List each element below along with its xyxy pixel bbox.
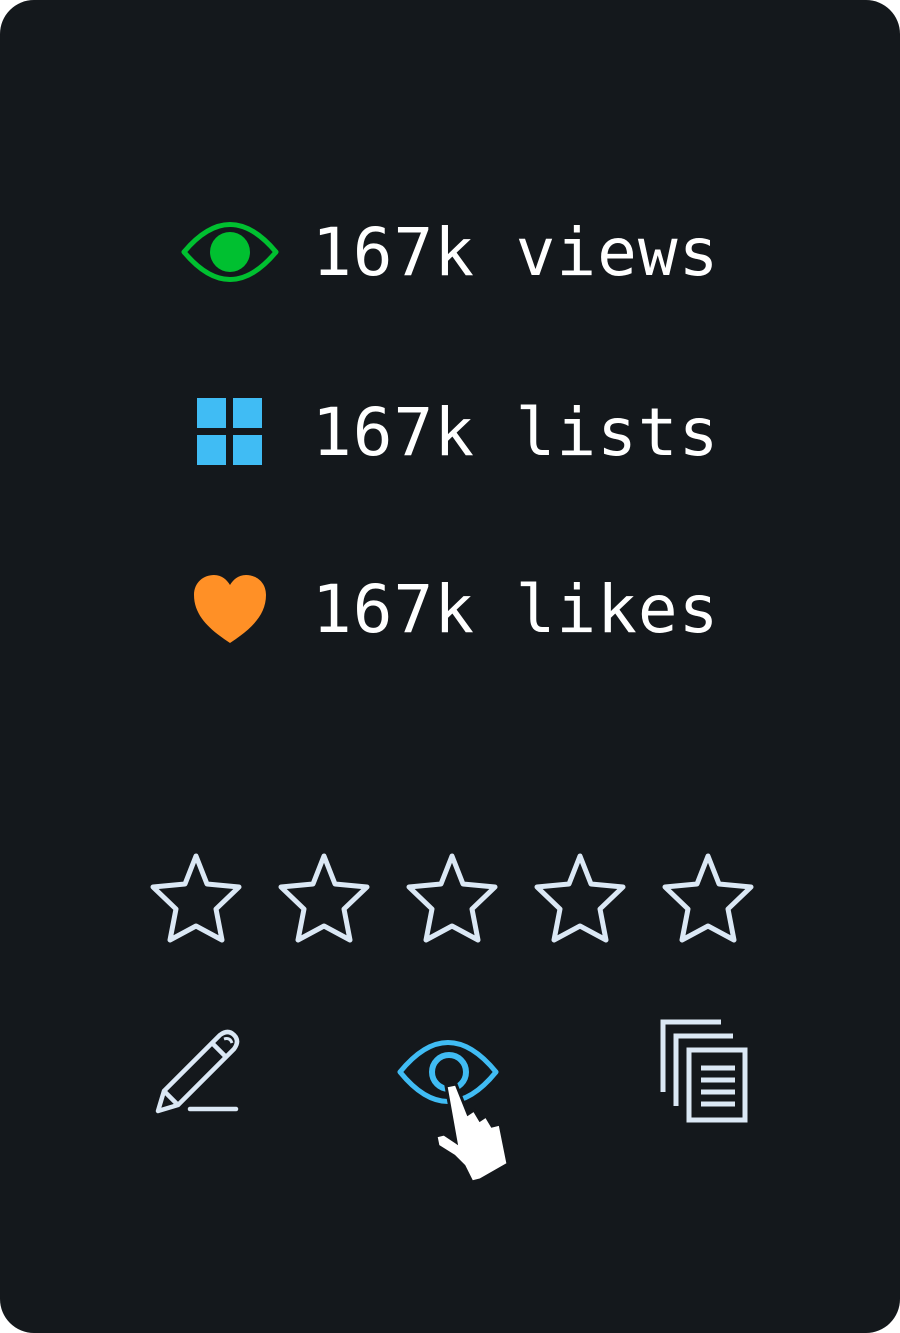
add-to-lists-button[interactable] xyxy=(655,1018,755,1126)
lists-count: 167k lists xyxy=(312,393,720,471)
star-icon[interactable] xyxy=(402,850,502,946)
likes-count: 167k likes xyxy=(312,570,720,648)
heart-icon xyxy=(180,569,280,649)
grid-icon xyxy=(180,392,280,472)
review-button[interactable] xyxy=(150,1025,246,1121)
eye-icon xyxy=(180,212,280,292)
pencil-icon xyxy=(155,1029,240,1114)
lists-stat: 167k lists xyxy=(180,392,719,472)
watch-button[interactable] xyxy=(395,1035,545,1195)
pointer-cursor-icon xyxy=(434,1082,510,1184)
star-icon[interactable] xyxy=(530,850,630,946)
views-count: 167k views xyxy=(312,213,720,291)
star-rating[interactable] xyxy=(146,850,758,946)
views-stat: 167k views xyxy=(180,212,719,292)
list-stack-icon xyxy=(660,1019,748,1123)
star-icon[interactable] xyxy=(274,850,374,946)
likes-stat: 167k likes xyxy=(180,569,719,649)
film-stats-card: 167k views 167k lists 167k likes xyxy=(0,0,900,1333)
star-icon[interactable] xyxy=(146,850,246,946)
star-icon[interactable] xyxy=(658,850,758,946)
